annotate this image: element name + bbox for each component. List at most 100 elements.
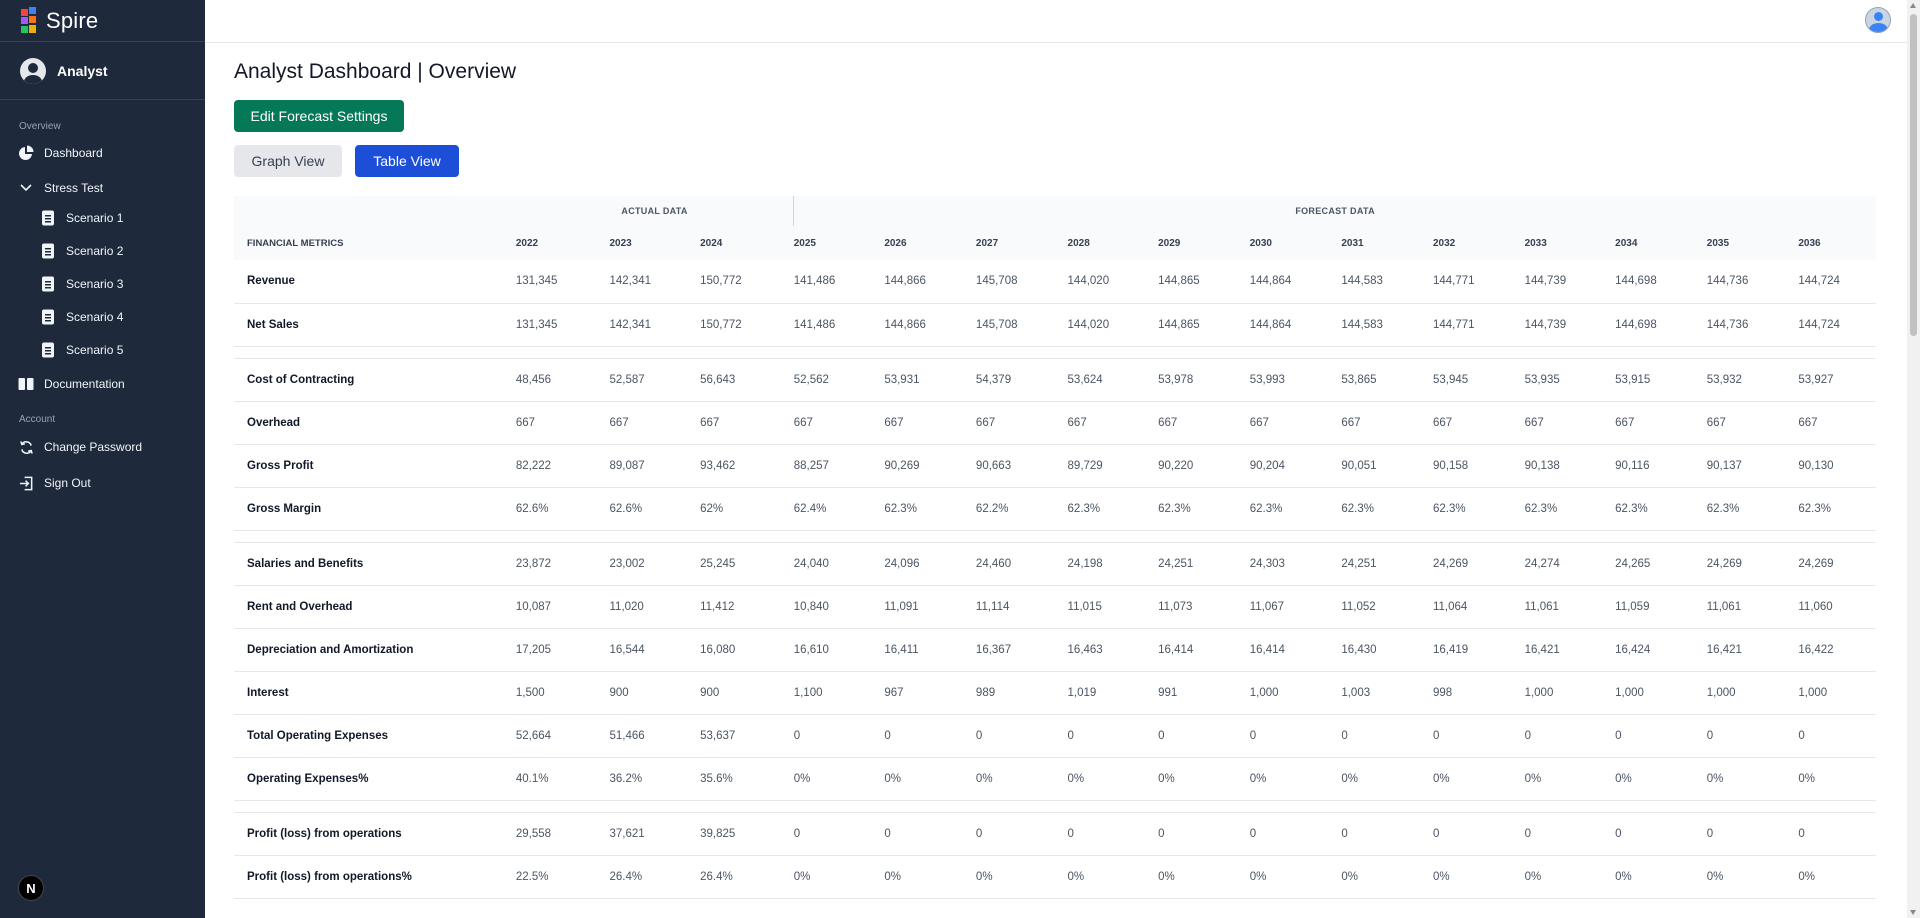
year-header: 2023: [609, 226, 701, 260]
table-cell: 89,729: [1067, 444, 1159, 488]
table-cell: 24,251: [1158, 542, 1250, 586]
table-cell: 0: [975, 812, 1068, 856]
table-cell: 0%: [1341, 757, 1433, 801]
user-profile[interactable]: Analyst: [0, 42, 205, 100]
scrollbar-thumb[interactable]: [1910, 14, 1917, 336]
chevron-down-icon: [18, 180, 34, 196]
table-cell: 37,621: [609, 812, 701, 856]
group-separator: [234, 530, 1876, 543]
nav-scenario-1[interactable]: Scenario 1: [40, 208, 123, 228]
nav-scenario-4[interactable]: Scenario 4: [40, 307, 123, 327]
table-cell: 53,865: [1341, 358, 1433, 402]
table-cell: 0: [1798, 714, 1876, 758]
page-scrollbar[interactable]: [1907, 0, 1920, 918]
nav-sign-out[interactable]: Sign Out: [18, 473, 91, 493]
page-title: Analyst Dashboard | Overview: [234, 60, 517, 83]
table-cell: 144,724: [1798, 260, 1876, 304]
table-cell: 0: [884, 714, 976, 758]
table-cell: 144,698: [1615, 260, 1707, 304]
table-cell: 0%: [975, 757, 1068, 801]
table-cell: 0: [1615, 714, 1707, 758]
scroll-down-arrow-icon[interactable]: [1910, 910, 1916, 915]
table-cell: 53,945: [1432, 358, 1525, 402]
table-cell: 90,663: [975, 444, 1068, 488]
table-cell: 144,736: [1706, 260, 1799, 304]
financial-metrics-header: FINANCIAL METRICS: [234, 226, 516, 260]
table-cell: 0%: [1249, 855, 1342, 899]
scroll-up-arrow-icon[interactable]: [1910, 3, 1916, 8]
group-separator: [234, 346, 1876, 359]
table-cell: 667: [609, 401, 701, 445]
table-cell: 16,421: [1706, 628, 1799, 672]
table-row: Overhead 667 667 667 667 667 667 667 667 667 667 66…: [234, 401, 1876, 445]
table-cell: 667: [1798, 401, 1876, 445]
table-cell: 24,251: [1341, 542, 1433, 586]
year-header: 2027: [975, 226, 1068, 260]
nav-dashboard[interactable]: Dashboard: [18, 143, 103, 163]
table-cell: 40.1%: [515, 757, 610, 801]
table-cell: 90,051: [1341, 444, 1433, 488]
nav-scenario-3[interactable]: Scenario 3: [40, 274, 123, 294]
table-cell: 1,000: [1249, 671, 1342, 715]
metric-label: Gross Margin: [234, 487, 516, 531]
nav-scenario-2[interactable]: Scenario 2: [40, 241, 123, 261]
user-avatar-icon: [20, 57, 46, 84]
table-cell: 62.4%: [793, 487, 885, 531]
graph-view-button[interactable]: Graph View: [234, 145, 342, 177]
table-cell: 23,872: [515, 542, 610, 586]
nav-documentation[interactable]: Documentation: [18, 374, 125, 394]
table-cell: 0%: [1798, 855, 1876, 899]
table-cell: 16,424: [1615, 628, 1707, 672]
table-cell: 10,087: [515, 585, 610, 629]
header-spacer: [234, 196, 516, 226]
table-cell: 52,562: [793, 358, 885, 402]
dev-badge[interactable]: N: [18, 875, 44, 901]
table-row: Profit (loss) from operations% 22.5% 26.4%…: [234, 855, 1876, 899]
table-cell: 0: [1249, 812, 1342, 856]
metric-label: Operating Expenses%: [234, 757, 516, 801]
table-cell: 11,064: [1432, 585, 1525, 629]
table-cell: 62.3%: [1706, 487, 1799, 531]
table-cell: 667: [1067, 401, 1159, 445]
table-cell: 144,583: [1341, 260, 1433, 304]
nav-stress-test[interactable]: Stress Test: [18, 178, 103, 198]
separator-cell: [234, 530, 1876, 543]
table-cell: 667: [1341, 401, 1433, 445]
table-cell: 0%: [975, 855, 1068, 899]
table-cell: 667: [515, 401, 610, 445]
nav-documentation-label: Documentation: [44, 377, 125, 391]
financial-table-container[interactable]: ACTUAL DATA FORECAST DATA FINANCIAL METR…: [234, 196, 1877, 918]
table-row: Cost of Contracting 48,456 52,587 56,643 52,…: [234, 358, 1876, 402]
metric-label: Overhead: [234, 401, 516, 445]
table-cell: 16,419: [1432, 628, 1525, 672]
table-cell: 89,087: [609, 444, 701, 488]
profile-avatar-icon[interactable]: [1865, 7, 1891, 33]
table-cell: 0%: [1067, 855, 1159, 899]
year-header: 2029: [1158, 226, 1250, 260]
brand[interactable]: Spire: [0, 0, 205, 42]
table-cell: 0: [1341, 714, 1433, 758]
table-cell: 62.3%: [1432, 487, 1525, 531]
spire-logo-icon: [21, 6, 36, 33]
table-cell: 998: [1432, 671, 1525, 715]
table-cell: 16,414: [1249, 628, 1342, 672]
table-cell: 667: [793, 401, 885, 445]
actual-data-header: ACTUAL DATA: [515, 196, 795, 226]
table-cell: 62.6%: [609, 487, 701, 531]
table-cell: 0: [1249, 714, 1342, 758]
table-view-button[interactable]: Table View: [355, 145, 459, 177]
table-cell: 24,198: [1067, 542, 1159, 586]
table-cell: 16,422: [1798, 628, 1876, 672]
table-cell: 0: [1615, 812, 1707, 856]
edit-forecast-settings-button[interactable]: Edit Forecast Settings: [234, 100, 404, 132]
table-cell: 141,486: [793, 260, 885, 304]
nav-scenario-5[interactable]: Scenario 5: [40, 340, 123, 360]
table-cell: 26.4%: [609, 855, 701, 899]
table-cell: 24,096: [884, 542, 976, 586]
document-icon: [40, 342, 56, 358]
table-cell: 62.3%: [1249, 487, 1342, 531]
table-cell: 53,624: [1067, 358, 1159, 402]
nav-change-password[interactable]: Change Password: [18, 437, 142, 457]
table-cell: 54,379: [975, 358, 1068, 402]
year-header: 2036: [1798, 226, 1876, 260]
